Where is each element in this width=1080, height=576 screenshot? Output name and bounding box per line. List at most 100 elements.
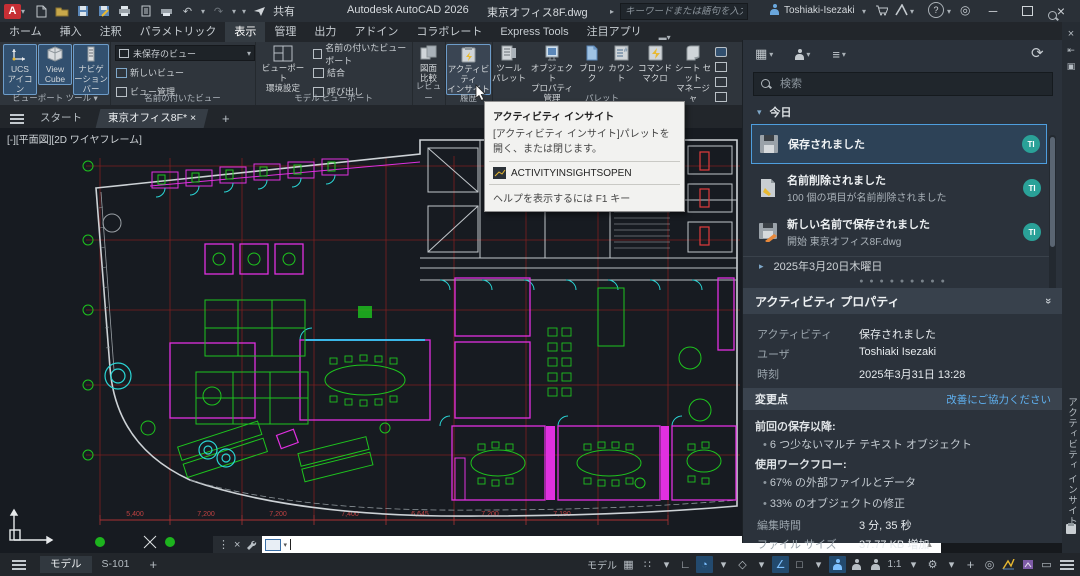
activity-insights-toggle-icon[interactable] — [715, 47, 727, 57]
logo-caret-icon[interactable]: ▾ — [21, 7, 25, 16]
splitter-grip[interactable]: ● ● ● ● ● ● ● ● ● — [743, 278, 1063, 285]
isolate-objects-icon[interactable]: ◎ — [981, 556, 998, 573]
filter-user-icon[interactable]: ▾ — [795, 46, 810, 62]
minimize-button[interactable]: ─ — [980, 2, 1006, 20]
today-group-header[interactable]: ▾今日 — [757, 104, 792, 120]
feedback-link[interactable]: 改善にご協力ください — [946, 392, 1051, 407]
view-cube-button[interactable]: View Cube — [38, 44, 72, 85]
store-icon[interactable] — [875, 4, 888, 19]
qat-customize-icon[interactable]: ▾ — [242, 7, 246, 16]
avatar[interactable]: TI — [1023, 179, 1041, 197]
redo-icon[interactable]: ↷ — [211, 4, 226, 18]
palette-autohide-icon[interactable]: ⇤ — [1062, 42, 1080, 58]
filter-date-icon[interactable]: ▦▾ — [755, 46, 773, 62]
palette-vertical-title[interactable]: アクティビティ インサイト — [1064, 397, 1078, 527]
panel-label-viewport-tools[interactable]: ビューポート ツール ▾ — [0, 92, 110, 104]
user-caret-icon[interactable]: ▾ — [862, 7, 866, 16]
tab-featured-apps[interactable]: 注目アプリ — [578, 22, 651, 42]
tab-model-space[interactable]: モデル — [40, 556, 92, 573]
tab-insert[interactable]: 挿入 — [51, 22, 91, 42]
blocks-palette-button[interactable]: ブロック — [578, 44, 606, 83]
navigation-bar-button[interactable]: ナビゲーション バー — [73, 44, 109, 95]
drag-grip-icon[interactable]: ⋮ — [218, 538, 229, 551]
sheet-icon[interactable] — [138, 4, 153, 18]
annotation-autoscale-icon[interactable] — [848, 556, 865, 573]
viewport-config-button[interactable]: ビューポート 環境設定 — [259, 44, 307, 93]
grid-display-icon[interactable]: ▦ — [620, 556, 637, 573]
clean-screen-icon[interactable]: ▭ — [1038, 556, 1055, 573]
save-icon[interactable] — [75, 4, 90, 18]
panel-search[interactable] — [753, 72, 1053, 96]
osnap-caret-icon[interactable]: ▾ — [810, 556, 827, 573]
named-viewports-button[interactable]: 名前の付いたビューポート — [313, 46, 412, 61]
new-file-icon[interactable] — [33, 4, 48, 18]
join-viewports-button[interactable]: 結合 — [313, 65, 345, 80]
new-tab-button[interactable]: + — [210, 109, 242, 128]
new-view-button[interactable]: 新しいビュー — [116, 65, 184, 80]
add-status-icon[interactable]: + — [962, 556, 979, 573]
tab-start[interactable]: スタート — [28, 109, 95, 128]
ucs-icon-button[interactable]: UCS アイコン — [3, 44, 37, 95]
new-layout-button[interactable]: + — [140, 556, 168, 573]
annotation-visibility-icon[interactable] — [829, 556, 846, 573]
command-type-icon[interactable] — [265, 539, 281, 551]
tab-express-tools[interactable]: Express Tools — [491, 22, 577, 42]
polar-caret-icon[interactable]: ▾ — [715, 556, 732, 573]
tab-addins[interactable]: アドイン — [345, 22, 407, 42]
annotation-scale-value[interactable]: 1:1 — [886, 556, 903, 573]
share-label[interactable]: 共有 — [273, 3, 295, 19]
share-icon[interactable] — [252, 4, 267, 18]
panel-search-input[interactable] — [778, 77, 1012, 91]
snap-caret-icon[interactable]: ▾ — [658, 556, 675, 573]
user-icon[interactable] — [770, 4, 779, 18]
tab-parametric[interactable]: パラメトリック — [131, 22, 226, 42]
object-snap-tracking-icon[interactable]: ∠ — [772, 556, 789, 573]
tab-manage[interactable]: 管理 — [265, 22, 305, 42]
command-macros-button[interactable]: コマンド マクロ — [638, 44, 672, 83]
file-menu-icon[interactable] — [10, 114, 24, 124]
help-icon[interactable]: ? — [928, 2, 944, 18]
restore-button[interactable] — [1014, 2, 1040, 20]
view-dropdown[interactable]: 未保存のビュー ▾ — [115, 45, 255, 61]
count-palette-button[interactable]: # カウント — [606, 44, 636, 83]
autocad-logo-icon[interactable]: A — [4, 4, 21, 19]
scale-caret-icon[interactable]: ▾ — [905, 556, 922, 573]
workspace-gear-icon[interactable]: ⚙ — [924, 556, 941, 573]
tab-view[interactable]: 表示 — [225, 22, 265, 42]
print-icon[interactable] — [159, 4, 174, 18]
layout-menu-icon[interactable] — [12, 560, 26, 570]
tab-home[interactable]: ホーム — [0, 22, 51, 42]
assistant-icon[interactable]: ◎ — [960, 3, 970, 17]
search-expand-icon[interactable]: ▸ — [610, 7, 614, 16]
feed-item-saved-as[interactable]: 新しい名前で保存されました 開始 東京オフィス8F.dwg TI — [751, 212, 1047, 252]
viewport-controls-label[interactable]: [-][平面図][2D ワイヤフレーム] — [7, 131, 142, 146]
tab-close-icon[interactable]: × — [190, 109, 196, 128]
undo-icon[interactable]: ↶ — [180, 4, 195, 18]
save-as-icon[interactable] — [96, 4, 111, 18]
close-command-icon[interactable]: × — [234, 539, 240, 551]
annotation-scale-icon[interactable] — [867, 556, 884, 573]
isodraft-caret-icon[interactable]: ▾ — [753, 556, 770, 573]
tab-annotate[interactable]: 注釈 — [91, 22, 131, 42]
properties-header[interactable]: アクティビティ プロパティ » — [743, 288, 1063, 314]
clipboard-icon[interactable] — [1065, 522, 1077, 535]
hardware-acceleration-icon[interactable] — [1019, 556, 1036, 573]
panel-scrollbar[interactable] — [1049, 135, 1056, 295]
palette-grid-icon[interactable] — [715, 92, 727, 102]
ribbon-collapse-icon[interactable]: ▬▾ — [659, 33, 671, 42]
tab-document[interactable]: 東京オフィス8F* × — [96, 109, 209, 128]
palette-grid-icon[interactable] — [715, 62, 727, 72]
signed-in-user[interactable]: Toshiaki-Isezaki — [784, 5, 855, 16]
panel-label-model-viewports[interactable]: モデル ビューポート — [255, 92, 412, 104]
command-line-grip[interactable]: ⋮ × — [213, 536, 262, 553]
refresh-icon[interactable]: ⟳ — [1031, 44, 1044, 62]
isodraft-icon[interactable]: ◇ — [734, 556, 751, 573]
palette-properties-icon[interactable]: ▣ — [1062, 58, 1080, 74]
object-snap-icon[interactable]: □ — [791, 556, 808, 573]
panel-label-named-views[interactable]: 名前の付いたビュー — [110, 92, 255, 104]
customization-menu-icon[interactable] — [1057, 556, 1074, 573]
feed-item-saved[interactable]: 保存されました TI — [751, 124, 1047, 164]
open-file-icon[interactable] — [54, 4, 69, 18]
autodesk-icon[interactable] — [895, 4, 908, 19]
plot-icon[interactable] — [117, 4, 132, 18]
